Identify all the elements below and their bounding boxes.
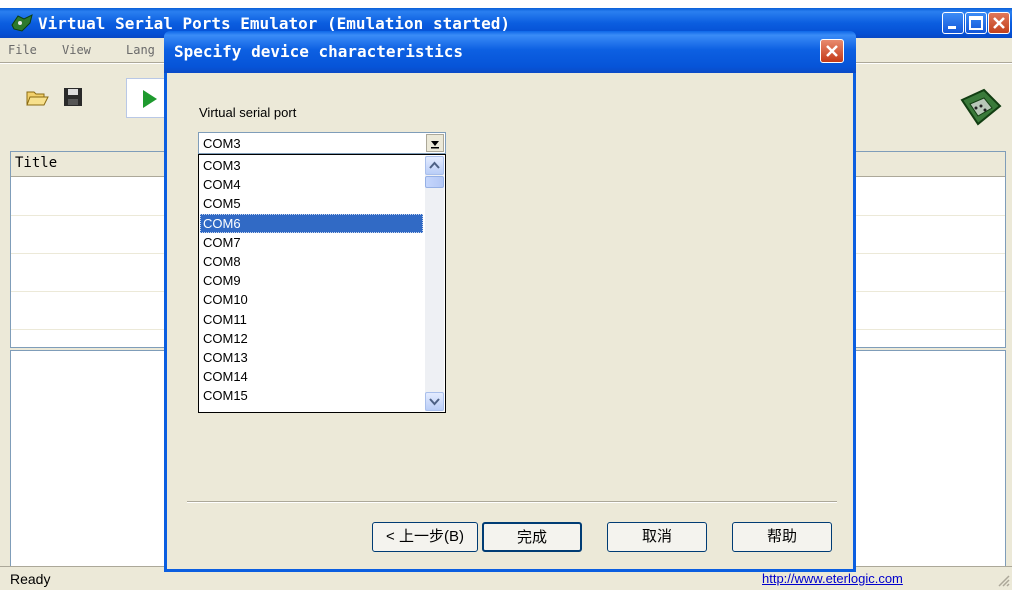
dialog-close-button[interactable] <box>820 39 844 63</box>
device-characteristics-dialog: Specify device characteristics Virtual s… <box>164 31 856 572</box>
dropdown-option[interactable]: COM7 <box>200 233 423 252</box>
dropdown-option[interactable]: COM14 <box>200 367 423 386</box>
dropdown-option[interactable]: COM12 <box>200 329 423 348</box>
app-icon <box>11 14 33 32</box>
column-header-title[interactable]: Title <box>15 155 57 171</box>
dialog-separator-highlight <box>187 502 837 503</box>
dropdown-option[interactable]: COM11 <box>200 310 423 329</box>
dropdown-option[interactable]: COM4 <box>200 175 423 194</box>
dropdown-option[interactable]: COM9 <box>200 271 423 290</box>
minimize-button[interactable] <box>942 12 964 34</box>
open-folder-icon[interactable] <box>24 84 50 110</box>
maximize-button[interactable] <box>965 12 987 34</box>
dialog-title-bar[interactable]: Specify device characteristics <box>164 31 856 73</box>
play-button[interactable] <box>126 78 168 118</box>
close-icon <box>993 17 1005 29</box>
save-disk-icon[interactable] <box>60 84 86 110</box>
virtual-serial-port-label: Virtual serial port <box>199 105 297 120</box>
dropdown-option[interactable]: COM10 <box>200 290 423 309</box>
dropdown-scrollbar[interactable] <box>425 156 444 411</box>
combobox-dropdown-button[interactable] <box>426 134 444 152</box>
menu-view[interactable]: View <box>62 43 91 57</box>
dropdown-option[interactable]: COM15 <box>200 386 423 405</box>
close-icon <box>826 45 838 57</box>
cancel-button[interactable]: 取消 <box>607 522 707 552</box>
dropdown-option[interactable]: COM13 <box>200 348 423 367</box>
dropdown-option-highlighted[interactable]: COM6 <box>200 213 423 233</box>
finish-button[interactable]: 完成 <box>482 522 582 552</box>
combobox-value: COM3 <box>203 136 241 151</box>
play-icon <box>143 90 157 108</box>
chevron-up-icon <box>429 161 440 169</box>
dropdown-options: COM3 COM4 COM5 COM6 COM7 COM8 COM9 COM10… <box>200 156 423 405</box>
dropdown-option[interactable]: COM5 <box>200 194 423 213</box>
serial-port-combobox[interactable]: COM3 <box>198 132 446 154</box>
back-button[interactable]: < 上一步(B) <box>372 522 478 552</box>
close-button[interactable] <box>988 12 1010 34</box>
serial-port-dropdown-list: COM3 COM4 COM5 COM6 COM7 COM8 COM9 COM10… <box>198 154 446 413</box>
scroll-down-button[interactable] <box>425 392 444 411</box>
dropdown-option[interactable]: COM8 <box>200 252 423 271</box>
website-link[interactable]: http://www.eterlogic.com <box>762 571 903 586</box>
maximize-icon <box>969 16 983 30</box>
chevron-down-icon <box>429 398 440 406</box>
resize-grip-icon[interactable] <box>996 573 1010 587</box>
help-button[interactable]: 帮助 <box>732 522 832 552</box>
chevron-down-icon <box>431 141 439 149</box>
dialog-body: Virtual serial port COM3 COM3 COM4 COM5 … <box>167 73 853 569</box>
menu-file[interactable]: File <box>8 43 37 57</box>
menu-language[interactable]: Lang <box>126 43 155 57</box>
scroll-up-button[interactable] <box>425 156 444 175</box>
status-text: Ready <box>10 571 51 587</box>
minimize-icon <box>948 26 956 29</box>
scrollbar-thumb[interactable] <box>425 176 444 188</box>
dropdown-option[interactable]: COM3 <box>200 156 423 175</box>
dialog-title: Specify device characteristics <box>174 42 463 61</box>
serial-connector-icon[interactable] <box>958 86 1004 132</box>
